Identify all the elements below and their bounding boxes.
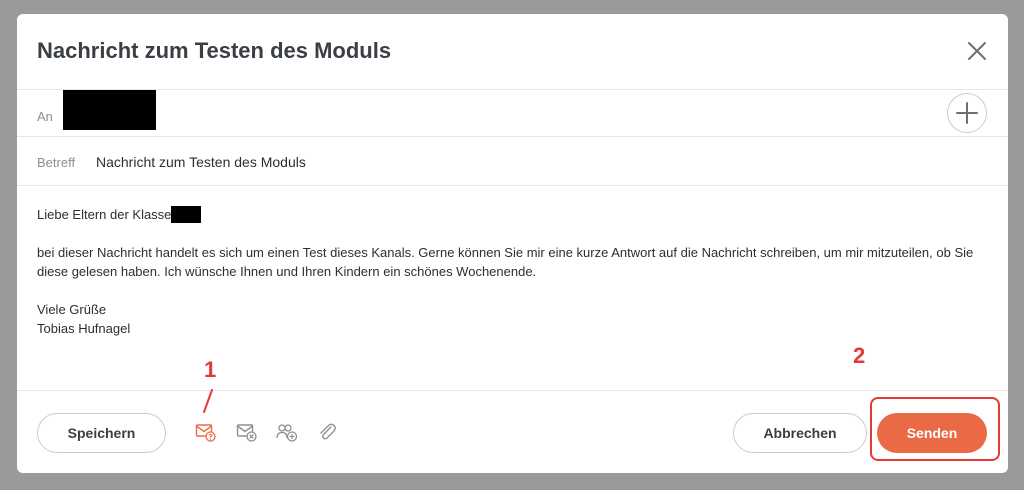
greeting-line: Liebe Eltern der Klasse bbox=[37, 205, 980, 224]
message-body[interactable]: Liebe Eltern der Klasse bei dieser Nachr… bbox=[37, 205, 980, 338]
subject-row[interactable]: Betreff Nachricht zum Testen des Moduls bbox=[17, 137, 1008, 186]
redacted-recipient bbox=[63, 90, 156, 130]
save-button[interactable]: Speichern bbox=[37, 413, 166, 453]
cancel-button[interactable]: Abbrechen bbox=[733, 413, 867, 453]
greeting-text: Liebe Eltern der Klasse bbox=[37, 207, 172, 222]
annotation-marker-2: 2 bbox=[853, 343, 866, 368]
dialog-footer: Speichern Abbrechen Senden bbox=[17, 390, 1008, 474]
subject-field[interactable]: Nachricht zum Testen des Moduls bbox=[96, 154, 306, 170]
annotation-highlight-box bbox=[870, 397, 1000, 461]
mail-x-icon[interactable] bbox=[236, 421, 258, 443]
dialog-header: Nachricht zum Testen des Moduls bbox=[17, 14, 1008, 90]
dialog-title: Nachricht zum Testen des Moduls bbox=[37, 38, 392, 63]
closing-text: Viele Grüße bbox=[37, 302, 107, 317]
plus-icon bbox=[956, 102, 978, 124]
add-recipient-button[interactable] bbox=[947, 93, 987, 133]
recipient-row: An bbox=[17, 89, 1008, 137]
to-label: An bbox=[37, 109, 53, 124]
subject-label: Betreff bbox=[37, 155, 76, 170]
close-icon[interactable] bbox=[964, 38, 990, 64]
signature-text: Tobias Hufnagel bbox=[37, 321, 131, 336]
message-dialog: Nachricht zum Testen des Moduls An Betre… bbox=[17, 14, 1008, 473]
mail-question-icon[interactable] bbox=[195, 421, 217, 443]
redacted-class bbox=[171, 206, 202, 223]
users-add-icon[interactable] bbox=[276, 421, 298, 443]
body-paragraph: bei dieser Nachricht handelt es sich um … bbox=[37, 245, 974, 279]
annotation-pointer-line bbox=[203, 389, 213, 413]
paperclip-icon[interactable] bbox=[316, 421, 338, 443]
annotation-marker-1: 1 bbox=[204, 357, 217, 382]
